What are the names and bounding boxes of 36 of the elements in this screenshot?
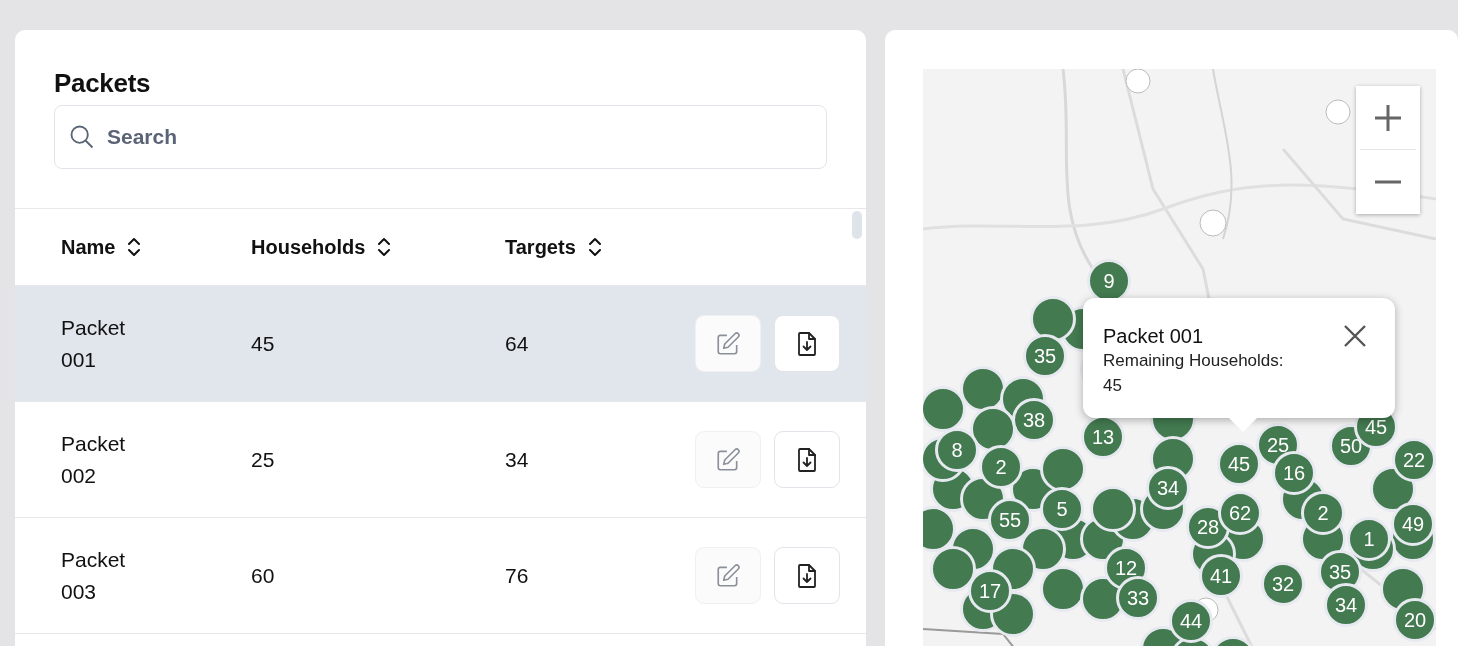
table-cell-text: 60: [251, 562, 276, 589]
search-field[interactable]: Search: [54, 105, 827, 169]
sort-icon: [587, 237, 602, 257]
edit-icon: [715, 446, 741, 473]
table-cell-text: 34: [505, 446, 530, 473]
download-button[interactable]: [774, 315, 840, 372]
sort-icon: [127, 237, 142, 257]
edit-icon: [715, 562, 741, 589]
close-button[interactable]: [1343, 324, 1367, 348]
column-header[interactable]: Targets: [505, 235, 602, 259]
download-button[interactable]: [774, 431, 840, 488]
file-download-icon: [795, 330, 819, 357]
plus-icon: [1374, 103, 1402, 132]
popup-value: 45: [1103, 375, 1123, 397]
popup-title: Packet 001: [1103, 325, 1205, 348]
close-icon: [1343, 324, 1367, 348]
table-row[interactable]: Packet 001 45 64: [15, 286, 866, 402]
table-cell-text: 25: [251, 446, 276, 473]
search-icon: [68, 123, 96, 151]
sort-icon: [377, 237, 392, 257]
file-download-icon: [795, 562, 819, 589]
file-download-icon: [795, 446, 819, 473]
table-cell-text: 45: [251, 330, 276, 357]
table-cell-text: Packet 003: [61, 546, 127, 605]
popup-label: Remaining Households:: [1103, 350, 1285, 372]
column-header[interactable]: Name: [61, 235, 142, 259]
table-cell-text: 64: [505, 330, 530, 357]
edit-icon: [715, 330, 741, 357]
table-cell-text: Packet 002: [61, 430, 127, 489]
column-header[interactable]: Households: [251, 235, 392, 259]
table-cell-text: Packet 001: [61, 314, 127, 373]
panel-title: Packets: [53, 67, 152, 98]
download-button[interactable]: [774, 547, 840, 604]
scrollbar[interactable]: [852, 211, 862, 239]
table-cell-text: 76: [505, 562, 530, 589]
minus-icon: [1374, 179, 1402, 184]
